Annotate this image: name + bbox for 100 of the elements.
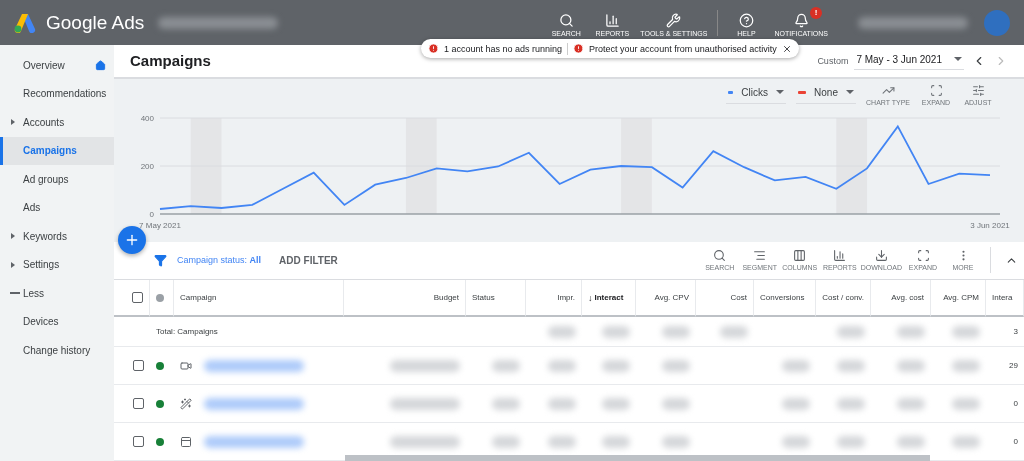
sidebar-item[interactable]: Change history	[0, 336, 114, 365]
column-header[interactable]: Avg. CPV	[636, 280, 696, 317]
column-header[interactable]: Conversions	[754, 280, 816, 317]
blurred-value	[837, 325, 865, 338]
window-icon	[180, 435, 192, 448]
status-dot	[156, 399, 164, 408]
date-range-dropdown[interactable]: 7 May - 3 Jun 2021	[854, 51, 964, 70]
alert-icon	[428, 43, 439, 54]
blurred-value	[602, 359, 630, 372]
blurred-value	[782, 359, 810, 372]
caret-icon	[11, 119, 15, 126]
filter-icon	[154, 253, 167, 267]
wand-icon	[180, 397, 192, 410]
search-icon	[713, 249, 727, 263]
column-header[interactable]: Status	[466, 280, 526, 317]
column-header[interactable]: Cost	[696, 280, 754, 317]
row-checkbox[interactable]	[133, 398, 144, 409]
blurred-value	[662, 325, 690, 338]
sidebar-item[interactable]: Settings	[0, 250, 114, 279]
axis-label: 400	[140, 113, 154, 123]
status-dot	[156, 361, 164, 370]
blurred-value	[492, 359, 520, 372]
blurred-value	[662, 397, 690, 410]
sidebar-item[interactable]: Recommendations	[0, 79, 114, 108]
blurred-value	[897, 325, 925, 338]
blurred-value	[602, 325, 630, 338]
sidebar-item[interactable]: Accounts	[0, 108, 114, 137]
blurred-value	[548, 435, 576, 448]
table-cell: 0	[986, 385, 1024, 423]
total-label: Total: Campaigns	[150, 317, 344, 347]
logo-icon	[14, 12, 36, 33]
blurred-value	[390, 435, 460, 448]
close-icon[interactable]	[781, 43, 792, 54]
metric-dropdown[interactable]: Clicks	[726, 83, 787, 104]
bar-chart-icon	[833, 249, 847, 263]
sidebar-item[interactable]: Overview	[0, 51, 114, 80]
blurred-value	[782, 435, 810, 448]
column-header[interactable]: Avg. cost	[871, 280, 931, 317]
sidebar-item[interactable]: Less	[0, 279, 114, 308]
minus-icon	[10, 292, 20, 295]
blurred-value	[492, 397, 520, 410]
video-icon	[180, 359, 192, 372]
scrollbar[interactable]	[345, 455, 930, 461]
column-header[interactable]: Impr.	[526, 280, 582, 317]
caret-icon	[954, 57, 962, 62]
column-header[interactable]: Campaign	[174, 280, 344, 317]
caret-icon	[776, 90, 785, 95]
blurred-value	[720, 325, 748, 338]
column-header[interactable]: ↓ Interact	[582, 280, 636, 317]
blurred-value	[952, 435, 980, 448]
expand-icon	[929, 83, 943, 97]
bell-icon	[793, 13, 809, 29]
blurred-value	[837, 359, 865, 372]
caret-icon	[11, 233, 15, 240]
column-header[interactable]: Intera	[986, 280, 1024, 317]
blurred-value	[837, 397, 865, 410]
row-checkbox[interactable]	[133, 436, 144, 447]
range-label: Custom	[817, 55, 849, 66]
caret-icon	[846, 90, 855, 95]
sidebar-item[interactable]: Ads	[0, 193, 114, 222]
status-filter[interactable]: Campaign status: All	[177, 255, 262, 266]
axis-label: 200	[140, 161, 154, 171]
search-icon	[558, 13, 574, 29]
status-dot	[156, 293, 164, 302]
blurred-value	[952, 397, 980, 410]
axis-label: 0	[149, 209, 154, 219]
download-icon	[874, 249, 888, 263]
blurred-value	[897, 397, 925, 410]
blurred-value	[897, 359, 925, 372]
product-name: Google Ads	[46, 11, 145, 34]
sidebar-item[interactable]: Devices	[0, 307, 114, 336]
row-checkbox[interactable]	[133, 360, 144, 371]
column-header[interactable]: Avg. CPM	[931, 280, 986, 317]
home-icon	[95, 59, 106, 71]
blurred-value	[548, 397, 576, 410]
sidebar-item[interactable]: Ad groups	[0, 165, 114, 194]
blurred-value	[548, 359, 576, 372]
table-cell: 3	[986, 317, 1024, 347]
alert-text: Protect your account from unauthorised activity	[589, 43, 777, 54]
status-dot	[156, 437, 164, 446]
caret-icon	[11, 261, 15, 268]
metric-dropdown[interactable]: None	[796, 83, 857, 104]
select-all-checkbox[interactable]	[132, 292, 143, 303]
sliders-icon	[971, 83, 985, 97]
table-cell: 29	[986, 347, 1024, 385]
blurred-value	[952, 359, 980, 372]
axis-label: 3 Jun 2021	[970, 220, 1010, 230]
columns-icon	[793, 249, 807, 263]
sidebar-item[interactable]: Campaigns	[0, 136, 114, 165]
column-header[interactable]: Budget	[344, 280, 466, 317]
wrench-icon	[666, 13, 682, 29]
blurred-value	[548, 325, 576, 338]
sidebar-item[interactable]: Keywords	[0, 222, 114, 251]
alert-icon	[573, 43, 585, 54]
blurred-value	[782, 397, 810, 410]
add-filter-button[interactable]: ADD FILTER	[273, 253, 344, 267]
blurred-value	[492, 435, 520, 448]
column-header[interactable]: Cost / conv.	[816, 280, 871, 317]
blurred-value	[952, 325, 980, 338]
blurred-value	[390, 397, 460, 410]
